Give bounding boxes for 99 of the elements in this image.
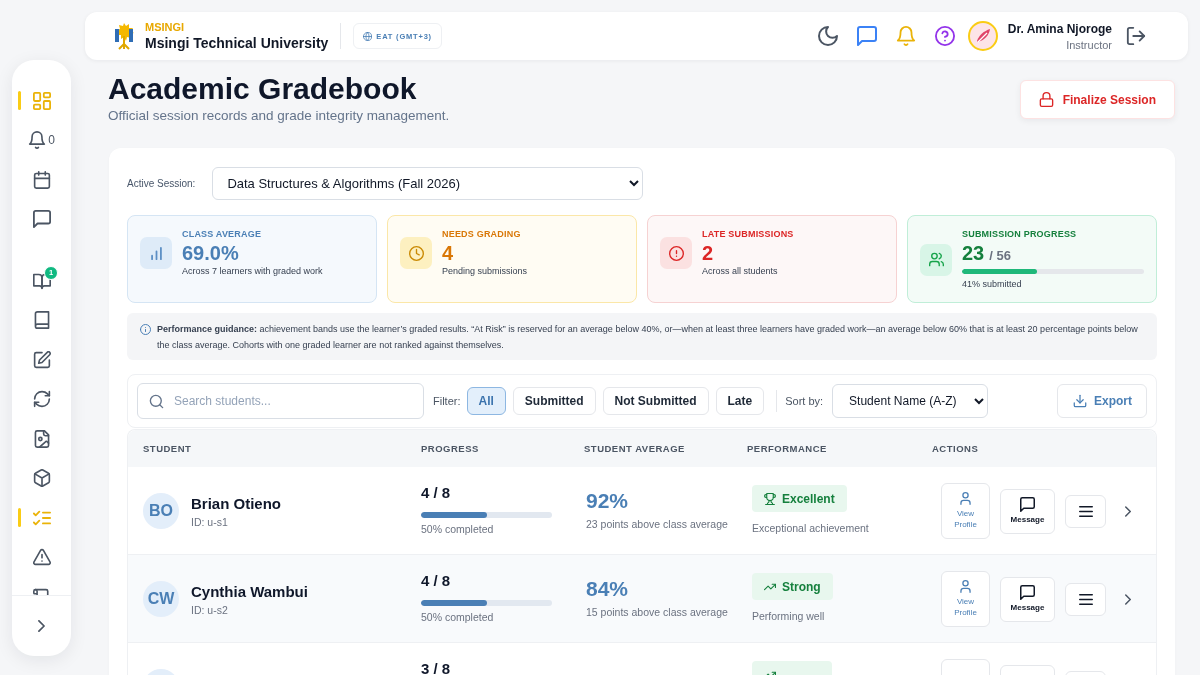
page-subtitle: Official session records and grade integrity management. — [108, 107, 450, 125]
guidance-text: Performance guidance: achievement bands use the learner’s graded results. “At Risk” is reserved for an average below 40%, or—when at least three learners have graded work—an average below 60% that is at least 20 percentage points below the class average. Cohorts with one graded learner are not ranked against themselves. — [157, 323, 1139, 352]
user-icon — [960, 580, 971, 593]
performance-note: Exceptional achievement — [752, 521, 870, 535]
help-icon[interactable] — [934, 26, 955, 46]
finalize-session-button[interactable]: Finalize Session — [1019, 80, 1175, 119]
chat-bubble-icon — [1020, 497, 1035, 512]
box-icon — [32, 469, 51, 488]
dashboard-icon — [32, 91, 51, 110]
open-book-icon — [32, 271, 51, 290]
sidebar-nav-item[interactable]: 0 — [12, 120, 71, 160]
session-label: Active Session: — [127, 178, 196, 189]
student-avatar: BO — [143, 493, 179, 529]
university-logo — [112, 22, 136, 50]
university-name: Msingi Technical University — [145, 33, 329, 52]
stat-label: CLASS AVERAGE — [182, 228, 263, 240]
chevron-right-icon[interactable] — [1125, 505, 1131, 517]
sort-label: Sort by: — [785, 395, 824, 407]
student-average: 84% — [586, 577, 630, 601]
logout-icon[interactable] — [1126, 26, 1146, 46]
more-menu-button[interactable] — [1065, 582, 1106, 616]
column-header: ACTIONS — [932, 443, 980, 454]
filter-button[interactable]: Submitted — [512, 387, 596, 415]
chevron-right-icon[interactable] — [38, 620, 45, 632]
chat-bubble-icon[interactable] — [856, 26, 877, 46]
checklist-icon — [32, 508, 51, 527]
view-profile-button[interactable]: View Profile — [941, 571, 990, 627]
progress-note: 50% completed — [421, 522, 495, 536]
average-note: 15 points above class average — [586, 605, 729, 619]
clock-icon — [400, 237, 432, 269]
column-header: PERFORMANCE — [747, 443, 828, 454]
stat-total: / 56 — [989, 247, 1011, 265]
student-id: ID: u-s1 — [191, 514, 229, 529]
menu-icon — [1078, 593, 1093, 605]
book-icon — [32, 311, 51, 330]
user-name: Dr. Amina Njoroge — [1007, 20, 1112, 37]
trophy-icon — [764, 492, 776, 505]
filter-button[interactable]: Late — [715, 387, 765, 415]
avatar-icon — [967, 21, 998, 51]
edit-icon — [32, 350, 51, 369]
search-icon — [149, 393, 164, 409]
student-id: ID: u-s2 — [191, 602, 229, 617]
moon-icon[interactable] — [817, 26, 838, 46]
progress-count: 4 / 8 — [421, 572, 452, 590]
filter-button[interactable]: All — [466, 387, 506, 415]
stat-label: LATE SUBMISSIONS — [702, 228, 795, 240]
user-role: Instructor — [1065, 37, 1112, 52]
stat-note: Across all students — [702, 265, 779, 278]
stat-label: SUBMISSION PROGRESS — [962, 228, 1078, 240]
column-header: PROGRESS — [421, 443, 480, 454]
info-icon — [140, 324, 151, 335]
message-button[interactable]: Message — [1000, 488, 1055, 534]
view-profile-button[interactable]: View Profile — [941, 483, 990, 539]
bar-chart-icon — [140, 237, 172, 269]
column-header: STUDENT AVERAGE — [584, 443, 686, 454]
student-average: 92% — [586, 489, 630, 513]
warning-icon — [32, 548, 51, 567]
export-button[interactable]: Export — [1057, 384, 1147, 418]
performance-label: Strong — [782, 579, 821, 594]
stat-note: Pending submissions — [442, 265, 529, 278]
calendar-icon — [32, 170, 51, 189]
stat-note: 41% submitted — [962, 278, 1023, 291]
chevron-right-icon[interactable] — [1125, 593, 1131, 605]
stat-value: 4 — [442, 242, 454, 264]
globe-icon — [363, 31, 373, 41]
chat-bubble-icon — [32, 210, 51, 229]
stat-label: NEEDS GRADING — [442, 228, 522, 240]
page-title: Academic Gradebook — [108, 72, 418, 106]
progress-note: 50% completed — [421, 610, 495, 624]
chat-bubble-icon — [1020, 585, 1035, 600]
users-icon — [920, 243, 952, 276]
brand-short-name: MSINGI — [145, 20, 186, 34]
student-name: Cynthia Wambui — [191, 581, 308, 601]
message-button[interactable]: Message — [1000, 576, 1055, 622]
stat-note: Across 7 learners with graded work — [182, 265, 324, 278]
lock-icon — [1038, 92, 1054, 107]
session-select[interactable]: Data Structures & Algorithms (Fall 2026) — [212, 167, 644, 200]
filter-label: Filter: — [433, 395, 461, 407]
filter-button[interactable]: Not Submitted — [602, 387, 709, 415]
sort-select[interactable]: Student Name (A-Z) — [832, 384, 989, 418]
download-icon — [1073, 394, 1087, 408]
student-avatar: CW — [143, 581, 179, 617]
image-file-icon — [32, 429, 51, 448]
average-note: 23 points above class average — [586, 517, 729, 531]
bell-icon — [28, 131, 47, 150]
menu-icon — [1078, 505, 1093, 517]
user-icon — [960, 492, 971, 505]
refresh-icon — [32, 390, 51, 409]
progress-count: 3 / 8 — [421, 660, 452, 675]
stat-value: 2 — [702, 242, 714, 264]
stat-value: 23 — [962, 242, 985, 264]
search-field[interactable]: Search students... — [137, 383, 424, 419]
stat-value: 69.0% — [182, 242, 239, 264]
more-menu-button[interactable] — [1065, 494, 1106, 528]
column-header: STUDENT — [143, 443, 193, 454]
performance-note: Performing well — [752, 609, 826, 623]
progress-count: 4 / 8 — [421, 484, 452, 502]
performance-label: Excellent — [782, 491, 835, 506]
student-name: Brian Otieno — [191, 493, 281, 513]
